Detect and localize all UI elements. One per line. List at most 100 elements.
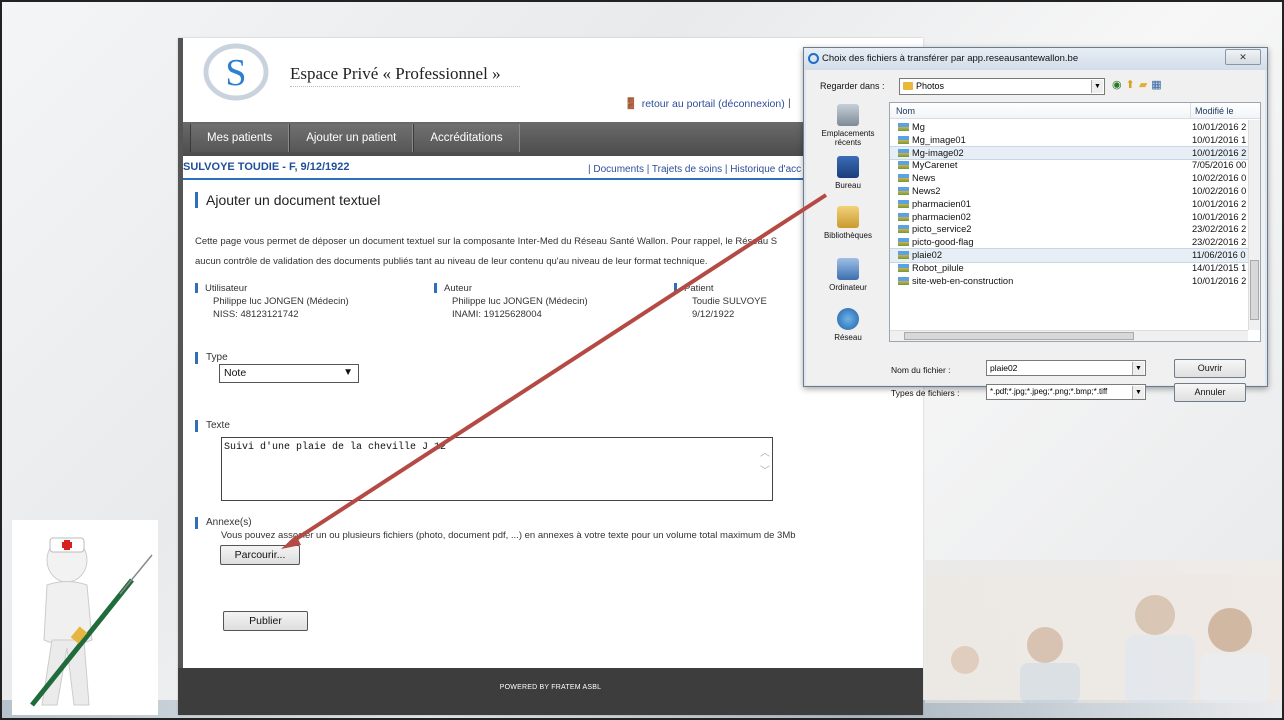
type-select-value: Note (224, 367, 247, 379)
file-date: 10/02/2016 0 (1192, 173, 1247, 184)
intro-text: Cette page vous permet de déposer un doc… (195, 232, 835, 272)
nurse-illustration (12, 520, 158, 715)
texte-marker (195, 420, 198, 432)
up-folder-icon[interactable]: ⬆ (1126, 78, 1135, 91)
file-row[interactable]: MyCarenet 7/05/2016 00 (890, 159, 1260, 172)
file-row[interactable]: plaie02 11/06/2016 0 (890, 247, 1260, 263)
file-row[interactable]: Mg 10/01/2016 2 (890, 121, 1260, 134)
nav-add-patient[interactable]: Ajouter un patient (289, 124, 414, 152)
file-row[interactable]: site-web-en-construction 10/01/2016 2 (890, 275, 1260, 288)
author-info: Auteur Philippe luc JONGEN (Médecin) INA… (434, 282, 588, 321)
image-file-icon (898, 186, 909, 195)
type-label: Type (206, 352, 228, 363)
network-icon (837, 308, 859, 330)
file-list[interactable]: Nom Modifié le Mg 10/01/2016 2 Mg_image01 1… (889, 102, 1261, 342)
file-row[interactable]: pharmacien02 10/01/2016 2 (890, 211, 1260, 224)
filename-input[interactable]: plaie02 ▼ (986, 360, 1146, 376)
file-row[interactable]: picto-good-flag 23/02/2016 2 (890, 236, 1260, 249)
computer-icon (837, 258, 859, 280)
author-name: Philippe luc JONGEN (Médecin) (452, 296, 588, 307)
nav-accreditations[interactable]: Accréditations (413, 124, 520, 152)
patient-name: Toudie SULVOYE (692, 296, 767, 307)
file-name: pharmacien01 (912, 198, 971, 209)
filename-value: plaie02 (990, 363, 1018, 373)
file-row[interactable]: News2 10/02/2016 0 (890, 185, 1260, 198)
file-row[interactable]: News 10/02/2016 0 (890, 172, 1260, 185)
place-libraries-label: Bibliothèques (823, 231, 873, 240)
filename-label: Nom du fichier : (891, 365, 951, 375)
place-computer[interactable]: Ordinateur (810, 258, 886, 292)
scroll-thumb[interactable] (1250, 260, 1259, 320)
horizontal-scrollbar[interactable] (890, 330, 1248, 341)
user-label: Utilisateur (205, 283, 248, 294)
chevron-down-icon: ▼ (1091, 80, 1103, 93)
place-recent[interactable]: Emplacements récents (810, 104, 886, 147)
file-date: 7/05/2016 00 (1192, 160, 1247, 171)
chevron-down-icon: ▼ (1132, 386, 1144, 399)
type-marker (195, 352, 198, 364)
dialog-title: Choix des fichiers à transférer par app.… (822, 53, 1079, 64)
portal-link[interactable]: 🚪 retour au portail (déconnexion) (624, 97, 785, 111)
patient-links[interactable]: | Documents | Trajets de soins | Histori… (588, 164, 801, 175)
place-desktop-label: Bureau (835, 181, 861, 190)
image-file-icon (898, 135, 909, 144)
patient-info: Patient Toudie SULVOYE 9/12/1922 (674, 282, 767, 321)
texte-textarea[interactable]: Suivi d'une plaie de la cheville J 12 ︿ ﹀ (221, 437, 773, 501)
file-date: 10/01/2016 2 (1192, 275, 1247, 286)
author-label: Auteur (444, 283, 472, 294)
browse-button[interactable]: Parcourir... (220, 545, 300, 565)
portal-link-label: retour au portail (déconnexion) (641, 97, 785, 110)
image-file-icon (898, 225, 909, 234)
place-desktop[interactable]: Bureau (810, 156, 886, 190)
file-name: Mg (912, 122, 925, 132)
places-bar: Emplacements récents Bureau Bibliothèque… (810, 104, 886, 352)
column-modified[interactable]: Modifié le (1190, 103, 1234, 119)
image-file-icon (898, 250, 909, 259)
file-list-header: Nom Modifié le (890, 103, 1260, 119)
texte-value: Suivi d'une plaie de la cheville J 12 (224, 442, 447, 453)
portal-separator: | (788, 97, 791, 109)
place-libraries[interactable]: Bibliothèques (810, 206, 886, 240)
close-button[interactable]: ✕ (1225, 49, 1261, 65)
new-folder-icon[interactable]: ▰ (1139, 78, 1147, 91)
image-file-icon (898, 161, 909, 170)
type-select[interactable]: Note ▼ (219, 364, 359, 383)
look-in-select[interactable]: Photos ▼ (899, 78, 1105, 95)
dialog-body: Regarder dans : Photos ▼ ◉ ⬆ ▰ ▦ Emplace… (806, 70, 1265, 402)
annexe-label: Annexe(s) (206, 517, 252, 528)
look-in-value: Photos (916, 81, 945, 91)
file-name: News2 (912, 185, 941, 196)
vertical-scrollbar[interactable] (1248, 120, 1260, 330)
image-file-icon (898, 148, 909, 157)
place-network[interactable]: Réseau (810, 308, 886, 342)
file-name: Robot_pilule (912, 262, 964, 273)
svg-text:S: S (225, 52, 246, 94)
medical-staff-photo (925, 575, 1280, 703)
slide: S Espace Privé « Professionnel » 🚪 retou… (0, 0, 1284, 720)
image-file-icon (898, 174, 909, 183)
user-name: Philippe luc JONGEN (Médecin) (213, 296, 349, 307)
folder-icon (903, 82, 913, 90)
file-date: 10/01/2016 2 (1192, 198, 1247, 209)
file-date: 10/02/2016 0 (1192, 185, 1247, 196)
open-button[interactable]: Ouvrir (1174, 359, 1246, 378)
file-row[interactable]: Mg-image02 10/01/2016 2 (890, 145, 1260, 161)
patient-label: Patient (684, 283, 714, 294)
nav-my-patients[interactable]: Mes patients (190, 124, 290, 152)
dialog-titlebar[interactable]: Choix des fichiers à transférer par app.… (804, 48, 1267, 70)
view-menu-icon[interactable]: ▦ (1151, 78, 1161, 91)
cancel-button[interactable]: Annuler (1174, 383, 1246, 402)
file-row[interactable]: pharmacien01 10/01/2016 2 (890, 198, 1260, 211)
filetypes-select[interactable]: *.pdf;*.jpg;*.jpeg;*.png;*.bmp;*.tiff ▼ (986, 384, 1146, 400)
desktop-icon (837, 156, 859, 178)
scroll-thumb[interactable] (904, 332, 1134, 340)
publish-button[interactable]: Publier (223, 611, 308, 631)
chevron-down-icon: ▼ (1132, 362, 1144, 375)
back-icon[interactable]: ◉ (1112, 78, 1122, 91)
column-name[interactable]: Nom (896, 106, 915, 116)
file-row[interactable]: Robot_pilule 14/01/2015 1 (890, 262, 1260, 275)
image-file-icon (898, 238, 909, 247)
file-row[interactable]: picto_service2 23/02/2016 2 (890, 223, 1260, 236)
file-row[interactable]: Mg_image01 10/01/2016 1 (890, 134, 1260, 147)
file-name: Mg_image01 (912, 134, 966, 145)
